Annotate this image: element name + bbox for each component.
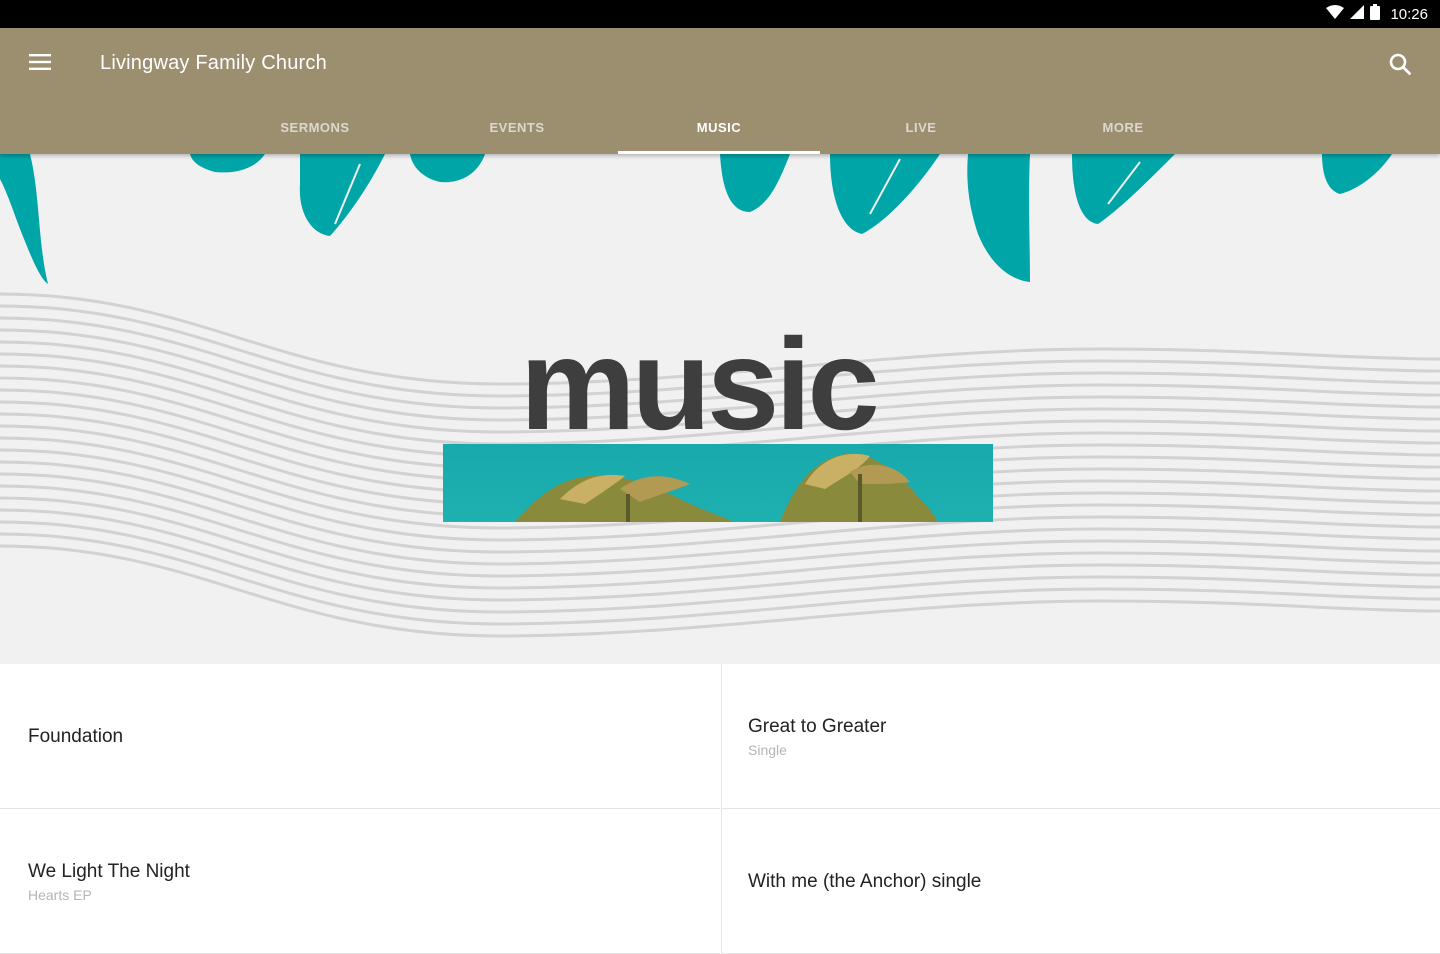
music-item-great-to-greater[interactable]: Great to Greater Single	[721, 664, 1440, 809]
music-item-title: Great to Greater	[748, 716, 887, 737]
wifi-icon	[1326, 4, 1345, 24]
music-item-title: With me (the Anchor) single	[748, 871, 982, 892]
app-title: Livingway Family Church	[100, 52, 327, 74]
tab-more[interactable]: MORE	[1022, 100, 1224, 154]
app-bar: Livingway Family Church SERMONS EVENTS M…	[0, 28, 1440, 154]
tab-live[interactable]: LIVE	[820, 100, 1022, 154]
search-icon	[1389, 53, 1411, 80]
status-time: 10:26	[1390, 5, 1428, 23]
music-item-subtitle: Hearts EP	[28, 887, 92, 903]
music-item-title: We Light The Night	[28, 861, 190, 882]
music-item-we-light-the-night[interactable]: We Light The Night Hearts EP	[0, 809, 720, 954]
music-item-foundation[interactable]: Foundation	[0, 664, 720, 809]
brush-strokes	[0, 154, 1392, 284]
hero-banner: music	[0, 154, 1440, 664]
tab-sermons[interactable]: SERMONS	[214, 100, 416, 154]
status-bar: 10:26	[0, 0, 1440, 28]
status-icons: 10:26	[1326, 3, 1428, 25]
battery-icon	[1370, 3, 1381, 25]
tab-events[interactable]: EVENTS	[416, 100, 618, 154]
music-item-subtitle: Single	[748, 742, 787, 758]
menu-button[interactable]	[22, 46, 58, 82]
music-item-with-me[interactable]: With me (the Anchor) single	[721, 809, 1440, 954]
hero-title: music	[520, 311, 880, 457]
tab-music[interactable]: MUSIC	[618, 100, 820, 154]
hamburger-menu-icon	[29, 53, 51, 75]
music-item-title: Foundation	[28, 726, 124, 747]
music-list: Foundation Great to Greater Single We Li…	[0, 664, 1440, 954]
signal-icon	[1350, 4, 1365, 24]
tab-bar: SERMONS EVENTS MUSIC LIVE MORE	[214, 100, 1224, 154]
search-button[interactable]	[1380, 48, 1420, 84]
